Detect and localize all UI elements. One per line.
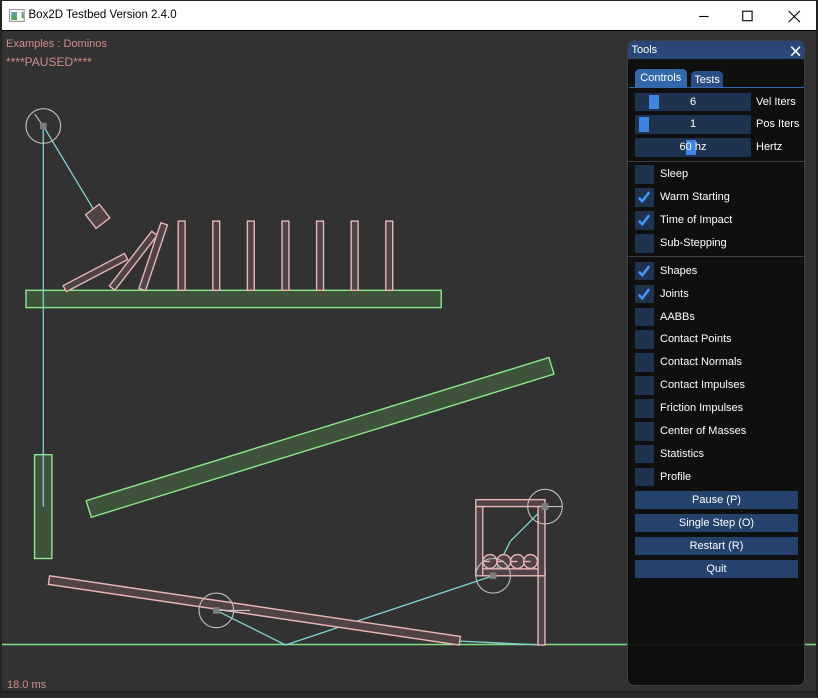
svg-text:Examples : Dominos: Examples : Dominos <box>6 38 107 50</box>
svg-text:****PAUSED****: ****PAUSED**** <box>6 55 92 69</box>
svg-text:18.0 ms: 18.0 ms <box>7 679 47 691</box>
